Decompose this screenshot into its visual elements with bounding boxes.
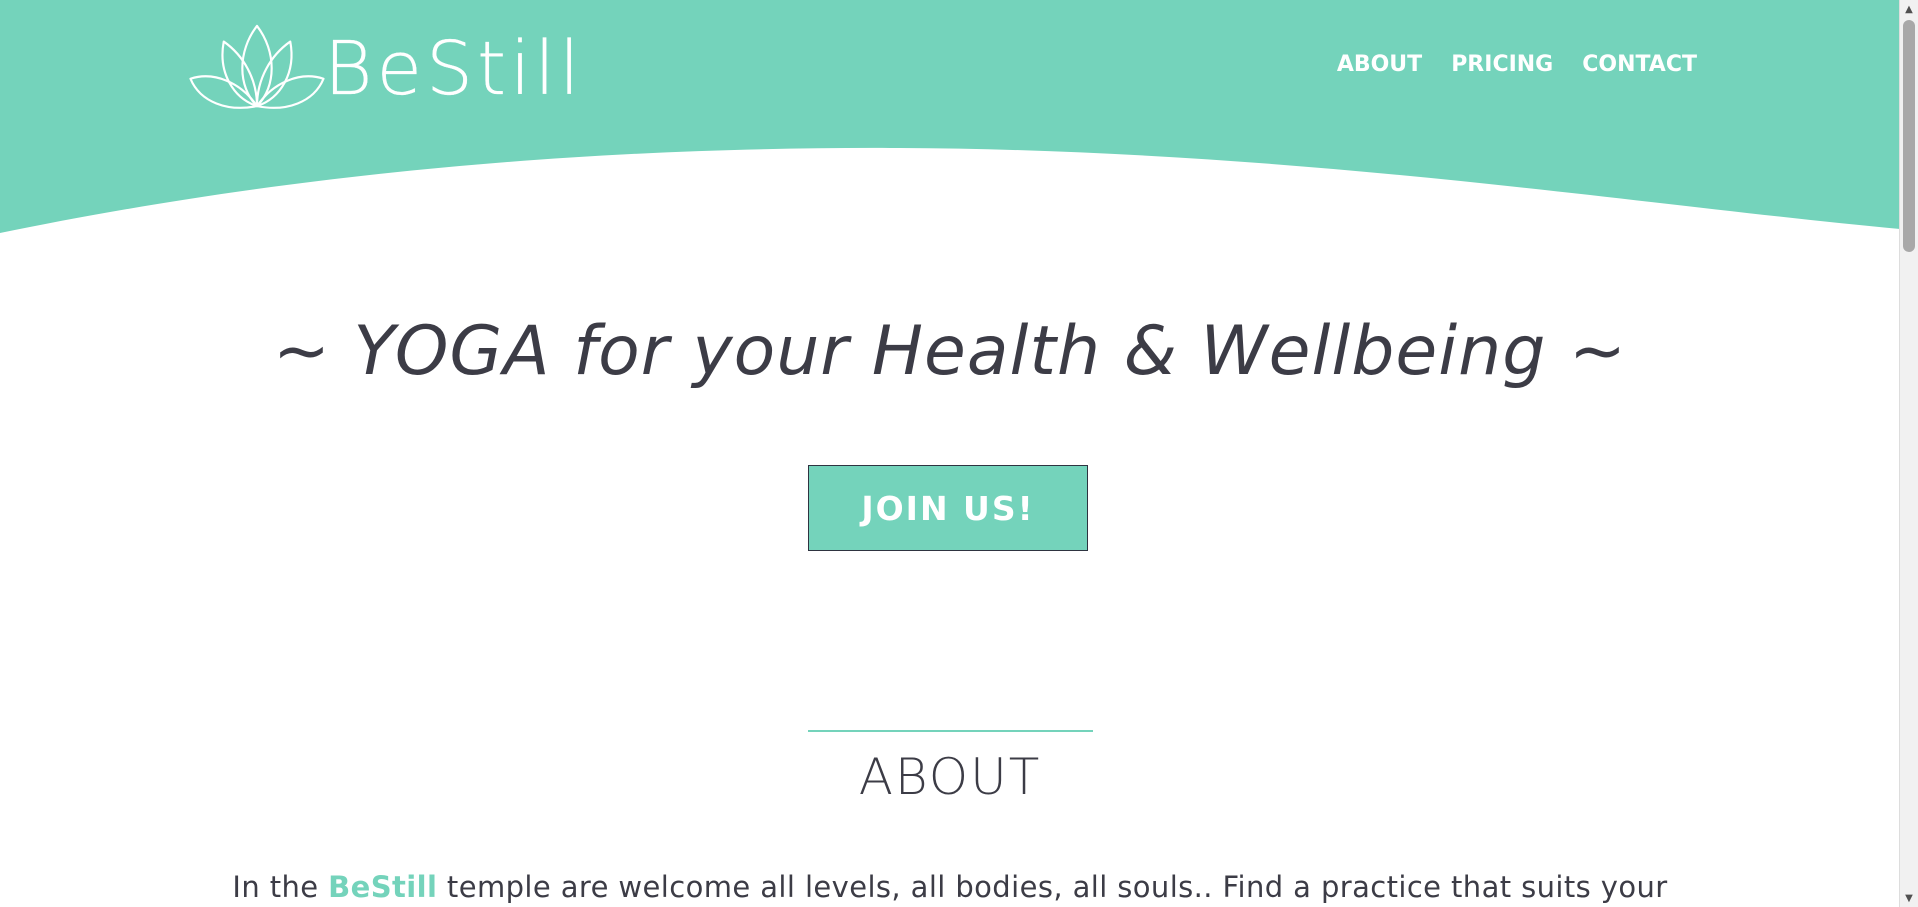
nav-pricing-link[interactable]: PRICING [1451, 52, 1553, 77]
join-us-button[interactable]: JOIN US! [808, 465, 1088, 551]
lotus-icon [189, 24, 325, 109]
about-heading: ABOUT [858, 748, 1042, 806]
vertical-scrollbar[interactable]: ▲ ▼ [1899, 0, 1918, 907]
scroll-down-arrow-icon[interactable]: ▼ [1900, 889, 1918, 907]
nav-contact-link[interactable]: CONTACT [1582, 52, 1697, 77]
scroll-up-arrow-icon[interactable]: ▲ [1900, 0, 1918, 18]
page: BeStill ABOUT PRICING CONTACT ~ YOGA for… [0, 0, 1900, 907]
main-nav: ABOUT PRICING CONTACT [1337, 52, 1697, 77]
logo-text: BeStill [324, 26, 584, 112]
scrollbar-thumb[interactable] [1903, 20, 1915, 252]
about-description: In the BeStill temple are welcome all le… [0, 870, 1900, 904]
about-text-suffix: temple are welcome all levels, all bodie… [437, 870, 1668, 904]
logo[interactable]: BeStill [188, 22, 584, 112]
about-brand-name: BeStill [328, 870, 438, 904]
about-text-prefix: In the [232, 870, 329, 904]
nav-about-link[interactable]: ABOUT [1337, 52, 1422, 77]
about-divider [808, 730, 1093, 732]
hero-title: ~ YOGA for your Health & Wellbeing ~ [272, 312, 1628, 391]
